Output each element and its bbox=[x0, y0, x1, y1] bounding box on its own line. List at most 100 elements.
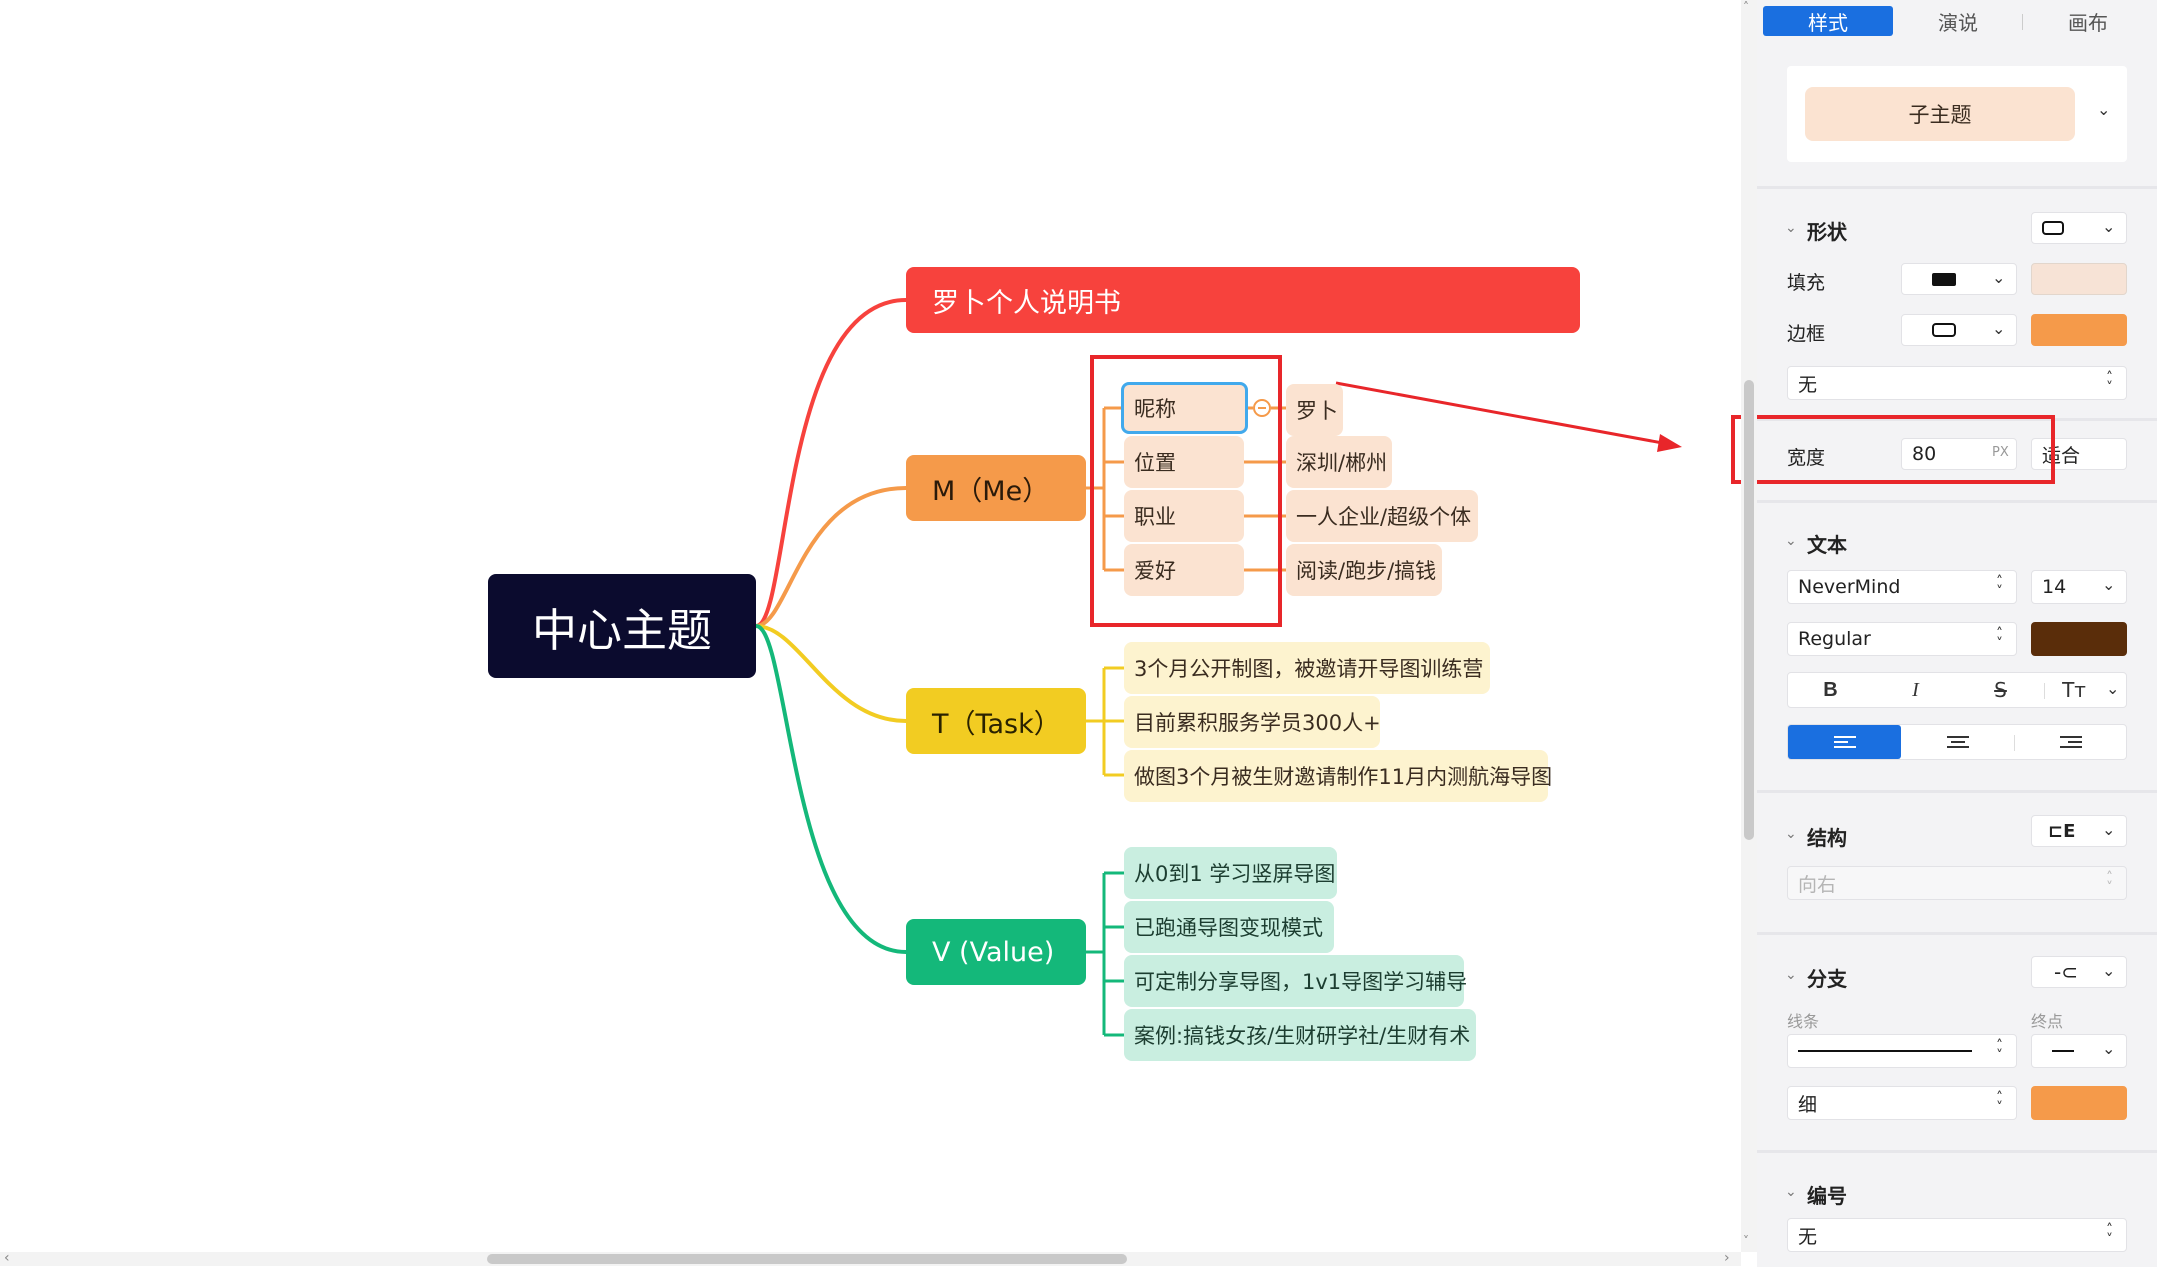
task-item[interactable]: 3个月公开制图，被邀请开导图训练营 bbox=[1124, 642, 1490, 694]
branch-value[interactable]: V (Value) bbox=[906, 919, 1086, 985]
branch-style-select[interactable]: -⊂ ⌄ bbox=[2031, 956, 2127, 988]
task-item[interactable]: 做图3个月被生财邀请制作11月内测航海导图 bbox=[1124, 750, 1552, 802]
end-label: 终点 bbox=[2031, 1012, 2064, 1031]
structure-right-icon: ⊏E bbox=[2048, 820, 2076, 842]
divider bbox=[1757, 186, 2157, 189]
font-family-select[interactable]: NeverMind ˄ ˅ bbox=[1787, 570, 2017, 604]
vertical-scrollbar[interactable]: ˄ ˅ bbox=[1741, 0, 1757, 1252]
chevron-down-icon: ⌄ bbox=[2102, 217, 2116, 236]
font-size-value: 14 bbox=[2042, 576, 2067, 598]
chevron-down-icon: ⌄ bbox=[2102, 961, 2116, 980]
bold-button[interactable]: B bbox=[1788, 673, 1873, 707]
section-branch: 分支 bbox=[1807, 967, 1847, 991]
updown-icon: ˄ ˅ bbox=[1996, 1038, 2003, 1064]
style-panel: 样式 演说 画布 子主题 ⌄ ⌄ 形状 ⌄ 填充 ⌄ 边框 ⌄ 无 ˄ ˅ 宽度 … bbox=[1757, 0, 2157, 1267]
section-structure: 结构 bbox=[1807, 826, 1847, 850]
align-right-icon bbox=[2059, 736, 2082, 748]
me-value-location[interactable]: 深圳/郴州 bbox=[1286, 436, 1392, 488]
vertical-scroll-thumb[interactable] bbox=[1744, 380, 1754, 840]
collapse-caret-icon[interactable]: ⌄ bbox=[1785, 1184, 1797, 1200]
annotation-box-width bbox=[1757, 415, 2055, 484]
collapse-caret-icon[interactable]: ⌄ bbox=[1785, 220, 1797, 236]
branch-title[interactable]: 罗卜个人说明书 bbox=[906, 267, 1580, 333]
line-label: 线条 bbox=[1787, 1012, 1820, 1031]
border-effect-select[interactable]: 无 ˄ ˅ bbox=[1787, 366, 2127, 400]
align-left-button[interactable] bbox=[1788, 725, 1901, 759]
branch-curve-icon: -⊂ bbox=[2054, 960, 2078, 984]
annotation-box-me bbox=[1090, 355, 1282, 627]
font-size-select[interactable]: 14 ⌄ bbox=[2031, 570, 2127, 604]
font-family-value: NeverMind bbox=[1798, 576, 1901, 598]
line-end-select[interactable]: ⌄ bbox=[2031, 1034, 2127, 1068]
scroll-up-icon[interactable]: ˄ bbox=[1743, 0, 1749, 14]
updown-icon: ˄ ˅ bbox=[1996, 1090, 2003, 1116]
tab-presentation[interactable]: 演说 bbox=[1893, 6, 2023, 36]
section-text: 文本 bbox=[1807, 533, 1847, 557]
line-style-select[interactable]: ˄ ˅ bbox=[1787, 1034, 2017, 1068]
border-style-select[interactable]: ⌄ bbox=[1901, 314, 2017, 346]
divider bbox=[1757, 932, 2157, 935]
scroll-down-icon[interactable]: ˅ bbox=[1743, 1234, 1749, 1248]
line-thickness-select[interactable]: 细 ˄ ˅ bbox=[1787, 1086, 2017, 1120]
me-value-hobby[interactable]: 阅读/跑步/搞钱 bbox=[1286, 544, 1442, 596]
strikethrough-button[interactable]: S bbox=[1958, 673, 2043, 707]
task-item[interactable]: 目前累积服务学员300人+ bbox=[1124, 696, 1381, 748]
me-value-job[interactable]: 一人企业/超级个体 bbox=[1286, 490, 1478, 542]
border-label: 边框 bbox=[1787, 323, 1826, 345]
horizontal-scroll-thumb[interactable] bbox=[487, 1254, 1127, 1264]
chevron-down-icon[interactable]: ⌄ bbox=[2097, 100, 2110, 119]
scroll-left-icon[interactable]: ‹ bbox=[4, 1250, 10, 1266]
chevron-down-icon: ⌄ bbox=[2102, 1039, 2116, 1058]
branch-color-swatch[interactable] bbox=[2031, 1086, 2127, 1120]
central-topic[interactable]: 中心主题 bbox=[488, 574, 756, 678]
line-thickness-value: 细 bbox=[1798, 1093, 1818, 1116]
italic-button[interactable]: I bbox=[1873, 673, 1958, 707]
branch-task[interactable]: T（Task） bbox=[906, 688, 1086, 754]
align-center-button[interactable] bbox=[1901, 725, 2014, 759]
updown-icon: ˄ ˅ bbox=[2106, 1222, 2113, 1248]
align-right-button[interactable] bbox=[2014, 725, 2127, 759]
align-left-icon bbox=[1833, 736, 1856, 748]
collapse-caret-icon[interactable]: ⌄ bbox=[1785, 967, 1797, 983]
tab-style[interactable]: 样式 bbox=[1763, 6, 1893, 36]
border-effect-value: 无 bbox=[1798, 373, 1818, 396]
border-shape-icon bbox=[1932, 323, 1956, 337]
font-weight-select[interactable]: Regular ˄ ˅ bbox=[1787, 622, 2017, 656]
tab-canvas[interactable]: 画布 bbox=[2023, 6, 2153, 36]
value-item[interactable]: 案例:搞钱女孩/生财研学社/生财有术 bbox=[1124, 1009, 1476, 1061]
value-item[interactable]: 从0到1 学习竖屏导图 bbox=[1124, 847, 1337, 899]
updown-icon: ˄ ˅ bbox=[2106, 370, 2113, 396]
shape-select[interactable]: ⌄ bbox=[2031, 212, 2127, 244]
branch-me[interactable]: M（Me） bbox=[906, 455, 1086, 521]
chevron-down-icon: ⌄ bbox=[1992, 268, 2006, 287]
collapse-caret-icon[interactable]: ⌄ bbox=[1785, 533, 1797, 549]
structure-select[interactable]: ⊏E ⌄ bbox=[2031, 815, 2127, 847]
collapse-caret-icon[interactable]: ⌄ bbox=[1785, 826, 1797, 842]
value-item[interactable]: 可定制分享导图，1v1导图学习辅导 bbox=[1124, 955, 1467, 1007]
topic-style-card[interactable]: 子主题 ⌄ bbox=[1787, 66, 2127, 162]
border-color-swatch[interactable] bbox=[2031, 314, 2127, 346]
mindmap-canvas[interactable]: 中心主题 罗卜个人说明书 M（Me） T（Task） V (Value) 昵称 … bbox=[0, 0, 1741, 1267]
chevron-down-icon[interactable]: ⌄ bbox=[2106, 679, 2119, 698]
fill-color-swatch[interactable] bbox=[2031, 263, 2127, 295]
divider bbox=[1757, 1150, 2157, 1153]
direction-value: 向右 bbox=[1798, 873, 1837, 896]
rounded-rect-icon bbox=[2042, 221, 2064, 235]
me-value-nickname[interactable]: 罗卜 bbox=[1286, 384, 1343, 436]
updown-icon: ˄ ˅ bbox=[1996, 574, 2003, 600]
numbering-select[interactable]: 无 ˄ ˅ bbox=[1787, 1218, 2127, 1252]
text-case-button[interactable]: Tт bbox=[2044, 673, 2104, 707]
numbering-value: 无 bbox=[1798, 1225, 1818, 1248]
solid-line-icon bbox=[1798, 1050, 1972, 1052]
horizontal-scrollbar[interactable]: ‹ › bbox=[0, 1250, 1741, 1266]
line-end-icon bbox=[2052, 1050, 2074, 1052]
value-item[interactable]: 已跑通导图变现模式 bbox=[1124, 901, 1334, 953]
direction-select: 向右 ˄ ˅ bbox=[1787, 866, 2127, 900]
updown-icon: ˄ ˅ bbox=[1996, 626, 2003, 652]
updown-icon: ˄ ˅ bbox=[2106, 870, 2113, 896]
fill-pattern-select[interactable]: ⌄ bbox=[1901, 263, 2017, 295]
text-color-swatch[interactable] bbox=[2031, 622, 2127, 656]
divider bbox=[1757, 500, 2157, 503]
scroll-right-icon[interactable]: › bbox=[1724, 1250, 1730, 1266]
topic-style-preview[interactable]: 子主题 bbox=[1805, 87, 2075, 141]
